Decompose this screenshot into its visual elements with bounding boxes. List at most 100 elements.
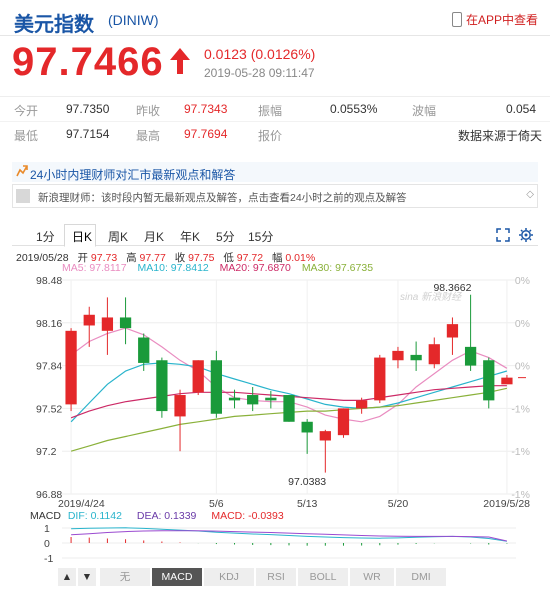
indicator-tab-none[interactable]: 无 [100,568,150,586]
x-tick-label: 5/6 [209,498,224,510]
x-tick-label: 2019/4/24 [58,498,105,510]
phone-icon [451,12,462,27]
stats-row: 今开 97.7350 昨收 97.7343 振幅 0.0553% 波幅 0.05… [0,97,550,121]
arrow-up-icon [170,48,190,74]
candle-body [283,395,295,422]
tab-5min[interactable]: 5分 [212,228,239,245]
candle-body [319,431,331,441]
macd-chart[interactable]: 1 0 -1 [0,521,550,565]
macd-y-tick: 0 [44,538,50,550]
tab-daily-k[interactable]: 日K [68,228,96,245]
page-title: 美元指数 [14,14,94,36]
x-tick-label: 2019/5/28 [483,498,530,510]
current-price: 97.7466 [12,40,164,84]
candle-body [156,360,168,412]
candle-body [228,397,241,401]
tab-weekly-k[interactable]: 周K [104,228,132,245]
indicator-tab-dmi[interactable]: DMI [396,568,446,586]
candle-body [192,360,204,393]
stat-label: 最高 [136,129,161,143]
pct-tick-label: 0% [515,318,530,330]
pct-tick-label: 0% [515,361,530,373]
arrow-up-icon: ▲ [61,571,73,583]
indicator-tab-macd[interactable]: MACD [152,568,202,586]
arrow-down-icon: ▼ [81,571,93,583]
scroll-down-button[interactable]: ▼ [78,568,96,586]
candle-body [247,395,259,405]
stat-value: 97.7350 [66,102,110,116]
indicator-tab-rsi[interactable]: RSI [256,568,296,586]
stat-value: 97.7154 [66,127,110,141]
stat-label: 报价 [258,129,283,143]
trend-icon [16,165,28,177]
candle-body [428,344,440,365]
tab-yearly-k[interactable]: 年K [176,228,204,245]
candle-body [265,397,277,401]
info-date: 2019/05/28 [16,252,69,264]
y-tick-label: 97.52 [36,403,62,415]
pct-tick-label: -1% [511,403,530,415]
stats-table: 今开 97.7350 昨收 97.7343 振幅 0.0553% 波幅 0.05… [0,96,550,143]
y-tick-label: 98.48 [36,275,62,287]
indicator-tab-boll[interactable]: BOLL [298,568,348,586]
extreme-label: 97.0383 [288,476,326,488]
stat-value: 97.7343 [184,102,228,116]
candle-body [83,314,95,326]
x-tick-label: 5/20 [388,498,409,510]
stat-label: 最低 [14,129,39,143]
y-tick-label: 97.2 [36,446,57,458]
candle-body [464,346,477,366]
x-tick-label: 5/13 [297,498,318,510]
stat-value: 数据来源于倚天 [458,129,543,143]
stats-row: 最低 97.7154 最高 97.7694 报价 数据来源于倚天 [0,121,550,145]
stat-label: 波幅 [412,104,437,118]
extreme-label: 98.3662 [433,282,471,294]
y-tick-label: 98.16 [36,318,62,330]
candle-body [501,377,513,385]
y-tick-label: 97.84 [36,361,62,373]
candle-body [337,408,350,436]
candle-body [483,360,495,401]
advisor-news-title[interactable]: 24小时内理财师对汇市最新观点和解答 [30,166,235,183]
candlestick-chart[interactable]: 98.48 0%98.16 0%97.84 0%97.52 -1%97.2 -1%96.8… [0,272,550,512]
chevron-down-icon[interactable]: ◇ [526,189,534,200]
open-in-app-label: 在APP中查看 [465,13,538,27]
symbol-code: (DINIW) [108,12,159,28]
quote-time: 2019-05-28 09:11:47 [204,66,315,80]
candle-body [119,317,132,329]
price-change: 0.0123 (0.0126%) [204,46,316,62]
stat-value: 97.7694 [184,127,228,141]
pct-tick-label: -1% [511,446,530,458]
stat-label: 昨收 [136,104,161,118]
candle-body [138,337,150,363]
macd-y-tick: -1 [44,553,53,565]
macd-dif-line [71,527,507,542]
gear-icon[interactable] [518,227,534,243]
macd-y-tick: 1 [44,523,50,535]
pct-tick-label: 0% [515,275,530,287]
fullscreen-icon[interactable] [496,228,510,242]
indicator-tab-wr[interactable]: WR [350,568,394,586]
advisor-avatar [16,189,30,203]
candle-body [392,350,404,361]
open-in-app-link[interactable]: 在APP中查看 [451,11,538,28]
stat-label: 振幅 [258,104,283,118]
indicator-tab-kdj[interactable]: KDJ [204,568,254,586]
candle-body [174,395,186,417]
tab-1min[interactable]: 1分 [32,228,59,245]
candle-body [356,400,368,409]
advisor-news-text[interactable]: 新浪理财师：该时段内暂无最新观点及解答，点击查看24小时之前的观点及解答 [38,190,407,205]
candle-body [301,421,313,433]
candle-body [101,317,114,331]
stat-value: 0.054 [506,102,537,116]
candle-body [374,357,386,401]
stat-label: 今开 [14,104,39,118]
candle-body [210,360,222,414]
candle-body [446,324,459,338]
candle-body [65,330,77,405]
stat-value: 0.0553% [330,102,378,116]
tab-15min[interactable]: 15分 [244,228,277,245]
candle-body [410,354,422,361]
scroll-up-button[interactable]: ▲ [58,568,76,586]
tab-monthly-k[interactable]: 月K [140,228,168,245]
